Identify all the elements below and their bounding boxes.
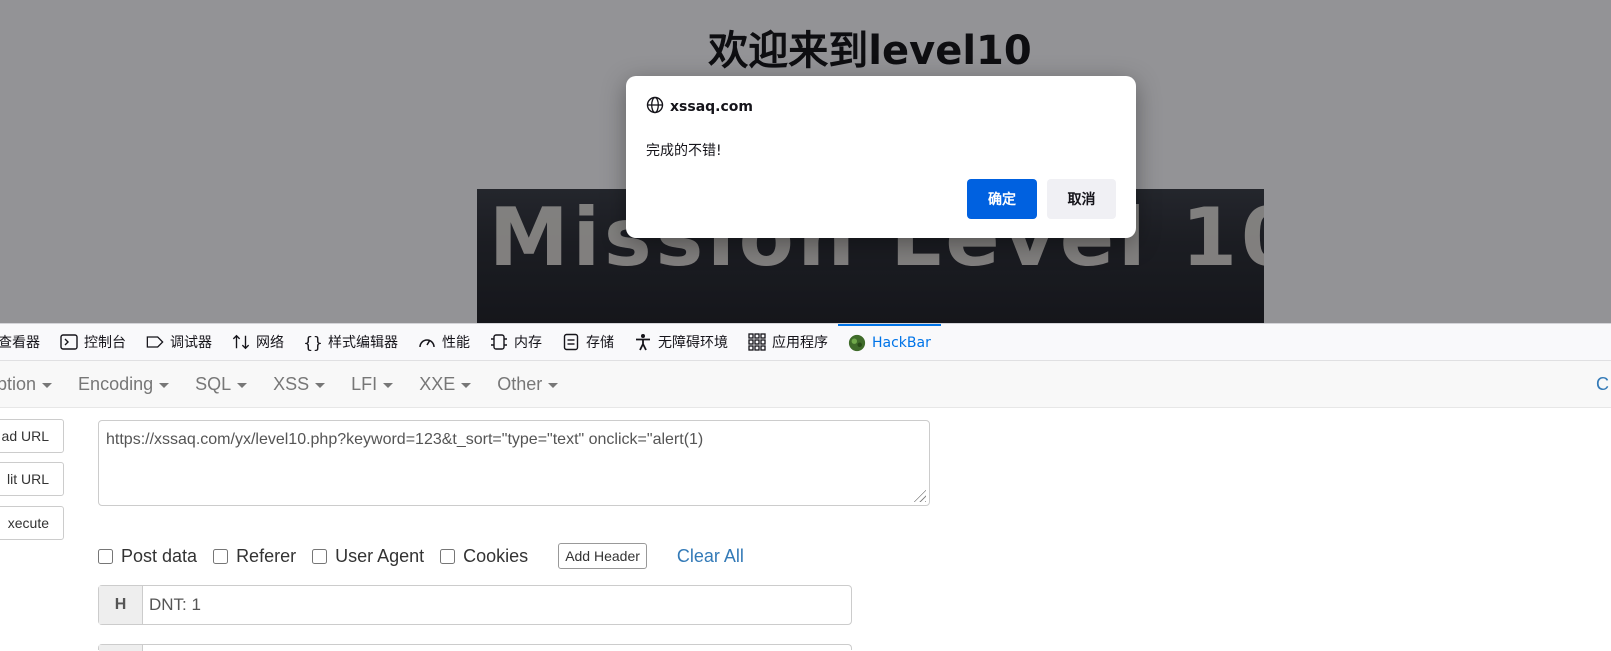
console-icon <box>60 333 78 351</box>
url-textarea[interactable] <box>98 420 930 506</box>
menu-encoding[interactable]: Encoding <box>65 374 182 395</box>
clear-all-link[interactable]: Clear All <box>677 546 744 567</box>
debugger-icon <box>146 333 164 351</box>
user-agent-checkbox[interactable] <box>312 548 328 564</box>
caret-down-icon <box>159 382 170 388</box>
tab-label: 内存 <box>514 335 542 351</box>
tab-performance[interactable]: 性能 <box>408 324 480 360</box>
alert-message: 完成的不错! <box>646 143 722 159</box>
tab-storage[interactable]: 存储 <box>552 324 624 360</box>
add-header-button[interactable]: Add Header <box>558 543 647 569</box>
tab-label: 调试器 <box>170 335 212 351</box>
tab-label: 存储 <box>586 335 614 351</box>
devtools-tabbar: 查看器 控制台 调试器 网络 {} 样式编辑器 性能 内存 存储 无障碍环境 应… <box>0 324 1611 361</box>
accessibility-icon <box>634 333 652 351</box>
tab-application[interactable]: 应用程序 <box>738 324 838 360</box>
tab-label: 应用程序 <box>772 335 828 351</box>
tab-label: 控制台 <box>84 335 126 351</box>
execute-button[interactable]: xecute <box>0 506 64 540</box>
cookies-option[interactable]: Cookies <box>440 546 528 567</box>
tab-console[interactable]: 控制台 <box>50 324 136 360</box>
tab-accessibility[interactable]: 无障碍环境 <box>624 324 738 360</box>
tab-debugger[interactable]: 调试器 <box>136 324 222 360</box>
caret-down-icon <box>42 382 53 388</box>
application-icon <box>748 333 766 351</box>
performance-icon <box>418 333 436 351</box>
network-icon <box>232 333 250 351</box>
tab-hackbar[interactable]: HackBar <box>838 324 941 360</box>
post-data-label: Post data <box>121 545 198 566</box>
tab-label: 网络 <box>256 335 284 351</box>
menu-xss[interactable]: XSS <box>260 374 338 395</box>
globe-icon <box>646 96 664 118</box>
request-options-row: Post data Referer User Agent Cookies Add… <box>98 541 744 571</box>
load-url-button[interactable]: ad URL <box>0 419 64 453</box>
menu-label: Other <box>497 373 543 394</box>
menu-label: XXE <box>419 373 456 394</box>
menu-xxe[interactable]: XXE <box>406 374 484 395</box>
storage-icon <box>562 333 580 351</box>
cookies-checkbox[interactable] <box>440 548 456 564</box>
post-data-checkbox[interactable] <box>98 548 113 564</box>
next-header-row <box>98 644 852 651</box>
split-url-button[interactable]: lit URL <box>0 462 64 496</box>
alert-origin: xssaq.com <box>646 96 753 118</box>
tab-label: 样式编辑器 <box>328 335 398 351</box>
hackbar-icon <box>848 334 866 352</box>
caret-down-icon <box>237 382 248 388</box>
devtools-panel: 查看器 控制台 调试器 网络 {} 样式编辑器 性能 内存 存储 无障碍环境 应… <box>0 323 1611 651</box>
referer-option[interactable]: Referer <box>213 546 296 567</box>
menu-label: Encoding <box>78 373 154 394</box>
caret-down-icon <box>548 382 559 388</box>
tab-style-editor[interactable]: {} 样式编辑器 <box>294 324 408 360</box>
cancel-button[interactable]: 取消 <box>1047 179 1116 219</box>
menu-lfi[interactable]: LFI <box>338 374 406 395</box>
cookies-label: Cookies <box>463 545 529 566</box>
menu-label: ption <box>0 373 37 394</box>
caret-down-icon <box>315 382 326 388</box>
menu-label: LFI <box>351 373 378 394</box>
hackbar-menu-bar: ption Encoding SQL XSS LFI XXE Other C <box>0 361 1611 408</box>
post-data-option[interactable]: Post data <box>98 546 197 567</box>
menu-other[interactable]: Other <box>484 374 571 395</box>
menu-label: XSS <box>273 373 310 394</box>
referer-label: Referer <box>236 545 297 566</box>
referer-checkbox[interactable] <box>213 548 229 564</box>
alert-dialog: xssaq.com 完成的不错! 确定 取消 <box>626 76 1136 238</box>
tab-memory[interactable]: 内存 <box>480 324 552 360</box>
header-input[interactable] <box>143 586 851 624</box>
menu-right-link[interactable]: C <box>1596 374 1609 395</box>
tab-label: 查看器 <box>0 335 40 351</box>
tab-inspector[interactable]: 查看器 <box>0 324 50 360</box>
user-agent-label: User Agent <box>335 545 425 566</box>
user-agent-option[interactable]: User Agent <box>312 546 424 567</box>
header-addon: H <box>99 586 143 624</box>
alert-origin-text: xssaq.com <box>670 99 753 115</box>
menu-sql[interactable]: SQL <box>182 374 260 395</box>
menu-option[interactable]: ption <box>0 374 65 395</box>
tab-label: 性能 <box>442 335 470 351</box>
tab-label: HackBar <box>872 335 931 351</box>
header-row: H <box>98 585 852 625</box>
caret-down-icon <box>461 382 472 388</box>
menu-label: SQL <box>195 373 232 394</box>
style-editor-icon: {} <box>303 332 323 352</box>
caret-down-icon <box>383 382 394 388</box>
tab-label: 无障碍环境 <box>658 335 728 351</box>
memory-icon <box>490 333 508 351</box>
tab-network[interactable]: 网络 <box>222 324 294 360</box>
ok-button[interactable]: 确定 <box>967 179 1037 219</box>
